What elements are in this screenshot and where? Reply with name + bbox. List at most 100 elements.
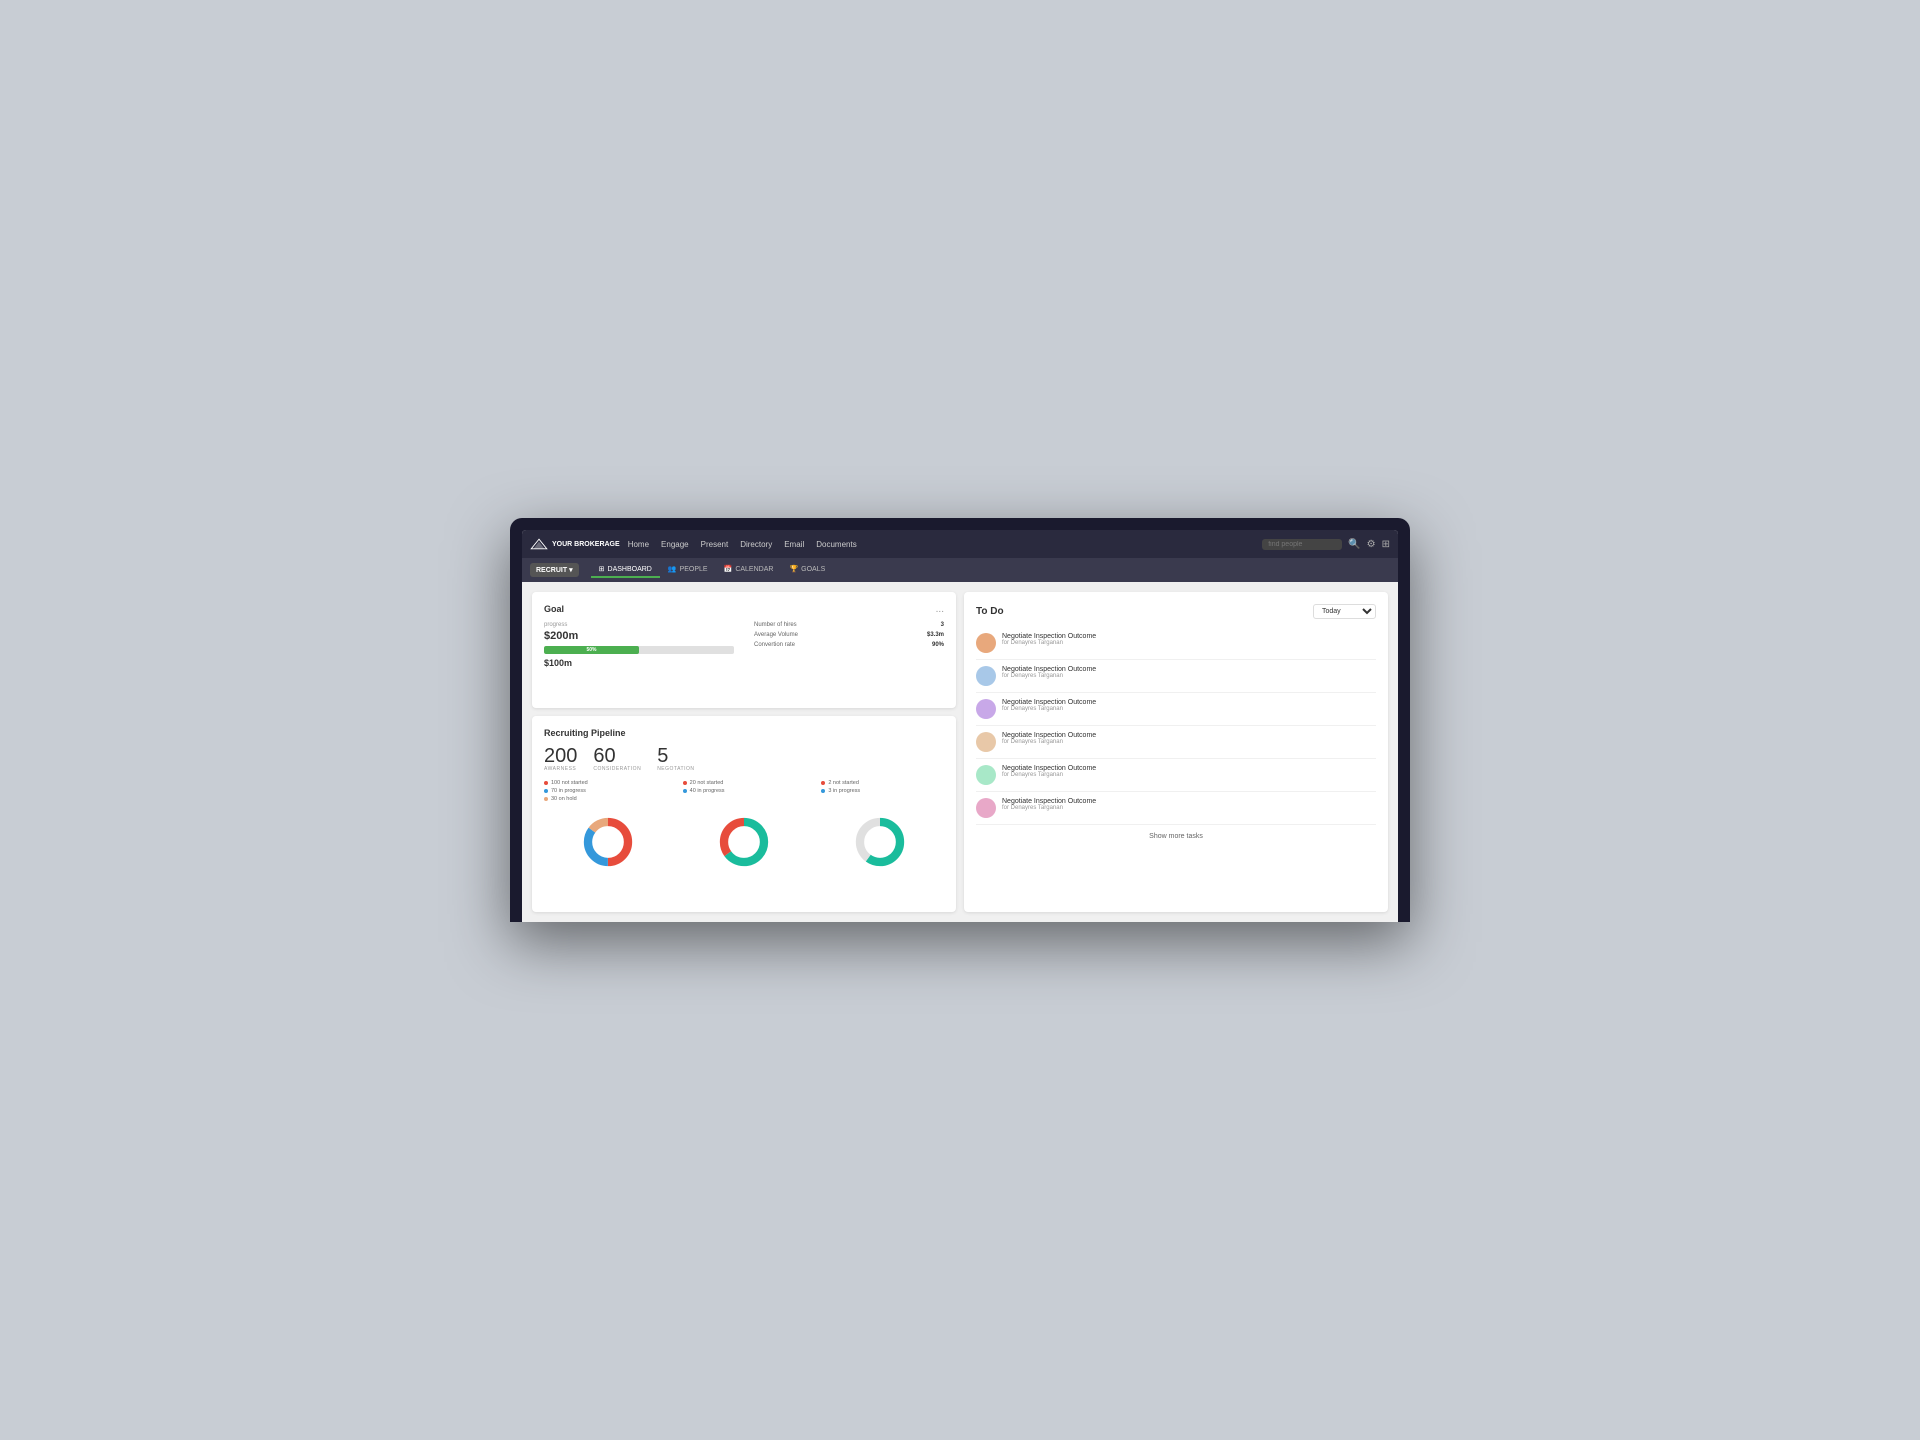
nav-menu: Home Engage Present Directory Email Docu… [628, 538, 1255, 551]
red-dot [821, 781, 825, 785]
progress-text: 50% [586, 647, 596, 653]
avatar [976, 633, 996, 653]
todo-card: To Do Today This Week All Negotiate I [964, 592, 1388, 912]
stat-conversion-value: 90% [932, 642, 944, 648]
tab-people-label: PEOPLE [680, 566, 708, 573]
todo-text: Negotiate Inspection Outcome for Denayre… [1002, 732, 1376, 745]
goal-card-header: Goal ... [544, 604, 944, 622]
todo-person: for Denayres Targanan [1002, 772, 1376, 778]
search-icon[interactable]: 🔍 [1348, 539, 1360, 550]
todo-text: Negotiate Inspection Outcome for Denayre… [1002, 699, 1376, 712]
avatar [976, 732, 996, 752]
nav-documents[interactable]: Documents [816, 538, 856, 551]
todo-text: Negotiate Inspection Outcome for Denayre… [1002, 765, 1376, 778]
donut-chart-negotiation [850, 812, 910, 872]
stat-conversion: Convertion rate 90% [754, 642, 944, 648]
progress-label: progress [544, 622, 734, 628]
people-icon: 👥 [668, 565, 677, 573]
avatar [976, 765, 996, 785]
avatar [976, 798, 996, 818]
search-input[interactable] [1262, 539, 1342, 550]
logo-text: YOUR BROKERAGE [552, 541, 620, 548]
todo-person: for Denayres Targanan [1002, 673, 1376, 679]
stat-hires: Number of hires 3 [754, 622, 944, 628]
show-more-button[interactable]: Show more tasks [976, 833, 1376, 840]
todo-text: Negotiate Inspection Outcome for Denayre… [1002, 798, 1376, 811]
detail-item: 30 on hold [544, 796, 667, 802]
detail-text: 2 not started [828, 780, 859, 786]
tab-goals[interactable]: 🏆 GOALS [781, 562, 833, 578]
todo-title: To Do [976, 606, 1004, 617]
todo-text: Negotiate Inspection Outcome for Denayre… [1002, 633, 1376, 646]
stat-conversion-label: Convertion rate [754, 642, 795, 648]
pipeline-card: Recruiting Pipeline 200 AWARNESS 60 CONS… [532, 716, 956, 912]
todo-person: for Denayres Targanan [1002, 805, 1376, 811]
negotation-label: NEGOTATION [657, 766, 694, 772]
blue-dot [544, 789, 548, 793]
screen-frame: YOUR BROKERAGE Home Engage Present Direc… [510, 518, 1410, 922]
todo-person: for Denayres Targanan [1002, 640, 1376, 646]
donut-negotiation [850, 812, 910, 872]
stat-volume: Average Volume $3.3m [754, 632, 944, 638]
todo-item: Negotiate Inspection Outcome for Denayre… [976, 759, 1376, 792]
pipeline-stat-consideration: 60 CONSIDERATION [593, 746, 641, 772]
goal-card: Goal ... progress $200m 50% $ [532, 592, 956, 708]
nav-engage[interactable]: Engage [661, 538, 689, 551]
todo-task: Negotiate Inspection Outcome [1002, 633, 1376, 640]
detail-text: 30 on hold [551, 796, 577, 802]
screen: YOUR BROKERAGE Home Engage Present Direc… [522, 530, 1398, 922]
stat-hires-value: 3 [941, 622, 944, 628]
logo-area: YOUR BROKERAGE [530, 537, 620, 551]
tab-people[interactable]: 👥 PEOPLE [660, 562, 716, 578]
nav-home[interactable]: Home [628, 538, 649, 551]
donut-chart-consideration [714, 812, 774, 872]
todo-person: for Denayres Targanan [1002, 706, 1376, 712]
red-dot [544, 781, 548, 785]
top-bar-right: 🔍 ⚙ ⊞ [1262, 539, 1390, 550]
nav-email[interactable]: Email [784, 538, 804, 551]
goal-content: progress $200m 50% $100m Number o [544, 622, 944, 668]
avatar [976, 699, 996, 719]
todo-item: Negotiate Inspection Outcome for Denayre… [976, 627, 1376, 660]
stat-volume-value: $3.3m [927, 632, 944, 638]
pipeline-details: 100 not started 70 in progress 30 on hol… [544, 780, 944, 804]
negotation-number: 5 [657, 746, 694, 766]
todo-item: Negotiate Inspection Outcome for Denayre… [976, 660, 1376, 693]
consideration-number: 60 [593, 746, 641, 766]
current-amount: $100m [544, 658, 734, 668]
recruit-button[interactable]: RECRUIT ▾ [530, 563, 579, 577]
detail-text: 40 in progress [690, 788, 725, 794]
tab-calendar[interactable]: 📅 CALENDAR [716, 562, 782, 578]
todo-task: Negotiate Inspection Outcome [1002, 666, 1376, 673]
donut-consideration [714, 812, 774, 872]
goal-right: Number of hires 3 Average Volume $3.3m C… [754, 622, 944, 668]
detail-item: 3 in progress [821, 788, 944, 794]
stat-volume-label: Average Volume [754, 632, 798, 638]
todo-item: Negotiate Inspection Outcome for Denayre… [976, 792, 1376, 825]
progress-bar: 50% [544, 646, 639, 654]
tab-dashboard[interactable]: ⊞ DASHBOARD [591, 562, 660, 578]
charts-area [544, 812, 944, 872]
orange-dot [544, 797, 548, 801]
blue-dot [683, 789, 687, 793]
detail-consideration: 20 not started 40 in progress [683, 780, 806, 804]
todo-task: Negotiate Inspection Outcome [1002, 798, 1376, 805]
todo-task: Negotiate Inspection Outcome [1002, 699, 1376, 706]
target-amount: $200m [544, 630, 734, 642]
todo-task: Negotiate Inspection Outcome [1002, 732, 1376, 739]
blue-dot [821, 789, 825, 793]
todo-list: Negotiate Inspection Outcome for Denayre… [976, 627, 1376, 825]
todo-person: for Denayres Targanan [1002, 739, 1376, 745]
todo-filter-select[interactable]: Today This Week All [1313, 604, 1376, 619]
detail-item: 70 in progress [544, 788, 667, 794]
grid-icon[interactable]: ⊞ [1382, 539, 1390, 550]
avatar [976, 666, 996, 686]
progress-bar-container: 50% [544, 646, 734, 654]
nav-present[interactable]: Present [701, 538, 729, 551]
settings-icon[interactable]: ⚙ [1367, 539, 1376, 550]
goal-card-menu[interactable]: ... [936, 604, 944, 615]
nav-directory[interactable]: Directory [740, 538, 772, 551]
recruit-label: RECRUIT [536, 567, 567, 574]
awareness-number: 200 [544, 746, 577, 766]
goal-card-title: Goal [544, 604, 564, 614]
